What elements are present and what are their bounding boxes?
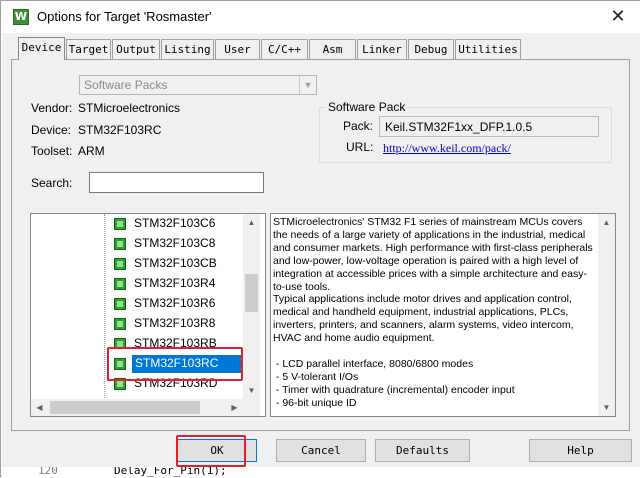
toolset-label: Toolset: (31, 144, 73, 158)
close-button[interactable]: ✕ (601, 3, 635, 29)
scrollbar-thumb[interactable] (245, 274, 258, 312)
tree-item-label: STM32F103C6 (134, 216, 216, 230)
tab-user[interactable]: User (215, 39, 260, 59)
search-label: Search: (31, 176, 73, 190)
toolset-value: ARM (78, 144, 105, 158)
chip-icon (114, 338, 126, 348)
code-editor-peek: 120 Delay_For_Pin(1); (2, 467, 640, 478)
tree-item-label: STM32F103R6 (134, 296, 216, 310)
tree-item-stm32f103rc[interactable]: STM32F103RC (104, 354, 264, 374)
scroll-left-icon[interactable]: ◀ (31, 399, 48, 416)
chip-icon (114, 238, 126, 250)
vendor-value: STMicroelectronics (78, 101, 181, 115)
ok-button[interactable]: OK (177, 439, 257, 462)
chip-icon (114, 258, 126, 270)
scroll-right-icon[interactable]: ▶ (226, 399, 243, 416)
scroll-up-icon[interactable]: ▲ (598, 214, 615, 231)
code-line-text: Delay_For_Pin(1); (114, 467, 227, 477)
chip-icon (114, 218, 126, 230)
pack-url-link[interactable]: http://www.keil.com/pack/ (383, 141, 511, 156)
software-packs-select-value: Software Packs (84, 78, 168, 92)
tab-target[interactable]: Target (66, 39, 111, 59)
tab-output[interactable]: Output (112, 39, 160, 59)
device-tree[interactable]: STM32F103C6 STM32F103C8 STM32F103CB STM3… (30, 213, 266, 417)
description-vertical-scrollbar[interactable]: ▲ ▼ (598, 214, 615, 416)
pack-label: Pack: (343, 119, 374, 133)
scrollbar-thumb[interactable] (50, 401, 200, 414)
chip-icon (114, 358, 126, 370)
tree-item-stm32f103r6[interactable]: STM32F103R6 (104, 294, 264, 314)
tab-asm[interactable]: Asm (309, 39, 356, 59)
tree-item-label: STM32F103R8 (134, 316, 216, 330)
tree-item-label: STM32F103C8 (134, 236, 216, 250)
chevron-down-icon: ▼ (299, 76, 316, 94)
tree-item-stm32f103rb[interactable]: STM32F103RB (104, 334, 264, 348)
vendor-label: Vendor: (31, 101, 73, 115)
chip-icon (114, 378, 126, 390)
tab-linker[interactable]: Linker (357, 39, 407, 59)
tree-item-stm32f103rd[interactable]: STM32F103RD (104, 374, 264, 394)
chip-icon (114, 278, 126, 290)
software-packs-select[interactable]: Software Packs ▼ (79, 75, 317, 95)
tree-vertical-scrollbar[interactable]: ▲ ▼ (243, 214, 260, 399)
tree-item-stm32f103r4[interactable]: STM32F103R4 (104, 274, 264, 294)
search-input[interactable] (89, 172, 264, 193)
tab-listing[interactable]: Listing (161, 39, 214, 59)
keil-app-icon: W (13, 9, 29, 25)
tree-item-stm32f103c6[interactable]: STM32F103C6 (104, 214, 264, 234)
tab-c-cpp[interactable]: C/C++ (261, 39, 308, 59)
software-pack-group-title: Software Pack (326, 100, 408, 114)
tab-device[interactable]: Device (18, 37, 65, 60)
tree-item-label: STM32F103RB (134, 336, 217, 348)
cancel-button[interactable]: Cancel (276, 439, 366, 462)
tree-item-label: STM32F103RD (134, 376, 218, 390)
window-title: Options for Target 'Rosmaster' (37, 9, 212, 24)
code-line-number: 120 (38, 467, 58, 477)
title-bar: W Options for Target 'Rosmaster' ✕ (1, 1, 640, 33)
tree-horizontal-scrollbar[interactable]: ◀ ▶ (31, 399, 260, 416)
tree-item-label: STM32F103CB (134, 256, 217, 270)
tab-debug[interactable]: Debug (408, 39, 454, 59)
help-button[interactable]: Help (529, 439, 632, 462)
device-description: STMicroelectronics' STM32 F1 series of m… (270, 213, 616, 417)
chip-icon (114, 298, 126, 310)
pack-field: Keil.STM32F1xx_DFP.1.0.5 (379, 116, 599, 137)
url-label: URL: (346, 140, 374, 154)
device-label: Device: (31, 123, 72, 137)
device-value: STM32F103RC (78, 123, 162, 137)
scroll-down-icon[interactable]: ▼ (598, 399, 615, 416)
tab-utilities[interactable]: Utilities (455, 39, 521, 59)
device-description-text: STMicroelectronics' STM32 F1 series of m… (273, 216, 593, 409)
tree-item-stm32f103r8[interactable]: STM32F103R8 (104, 314, 264, 334)
tree-item-label: STM32F103RC (132, 355, 244, 373)
scroll-down-icon[interactable]: ▼ (243, 382, 260, 399)
options-dialog: W Options for Target 'Rosmaster' ✕ Devic… (0, 0, 640, 478)
tree-item-stm32f103cb[interactable]: STM32F103CB (104, 254, 264, 274)
scroll-up-icon[interactable]: ▲ (243, 214, 260, 231)
chip-icon (114, 318, 126, 330)
tree-item-stm32f103c8[interactable]: STM32F103C8 (104, 234, 264, 254)
pack-value: Keil.STM32F1xx_DFP.1.0.5 (385, 120, 533, 134)
defaults-button[interactable]: Defaults (375, 439, 470, 462)
tree-item-label: STM32F103R4 (134, 276, 216, 290)
